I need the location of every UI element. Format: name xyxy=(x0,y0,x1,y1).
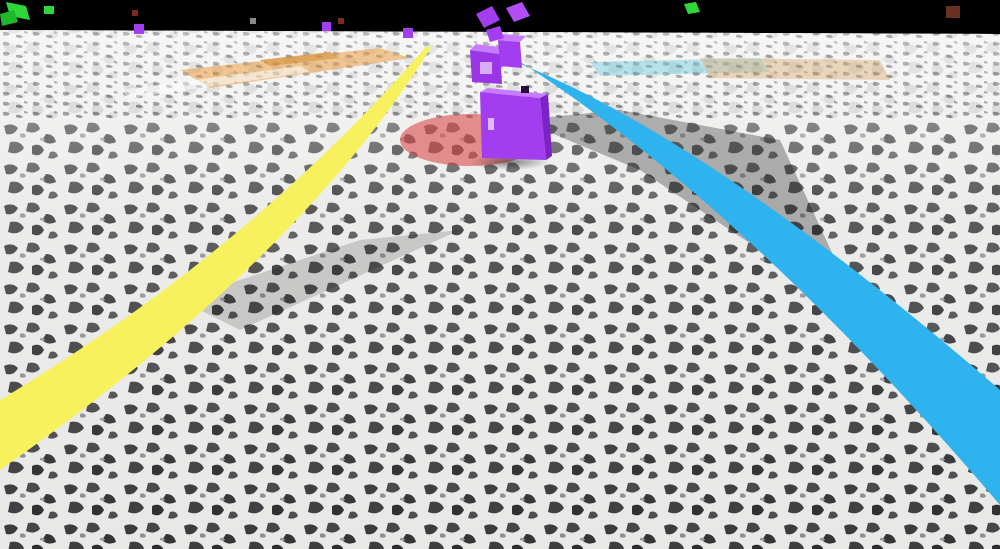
sky xyxy=(0,0,1000,30)
game-render xyxy=(0,0,1000,549)
game-viewport[interactable] xyxy=(0,0,1000,549)
